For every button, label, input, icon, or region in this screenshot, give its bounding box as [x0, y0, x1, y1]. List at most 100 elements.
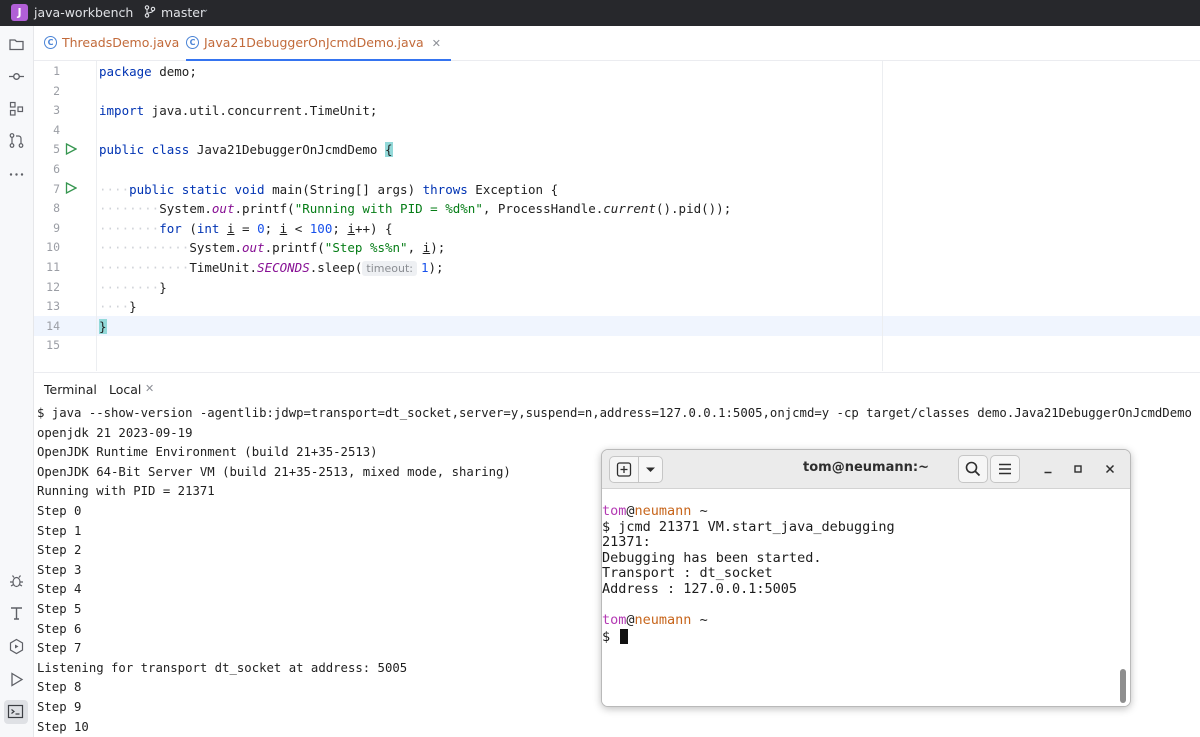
code-line-5: public class Java21DebuggerOnJcmdDemo {	[99, 140, 393, 160]
more-icon[interactable]	[8, 166, 25, 183]
code-text: ,	[407, 240, 423, 256]
line-number: 10	[46, 240, 60, 255]
build-icon[interactable]	[8, 605, 25, 622]
code-text: .printf(	[264, 240, 325, 256]
hamburger-menu-button[interactable]	[990, 455, 1020, 483]
static-field: SECONDS	[257, 260, 310, 275]
tab-java21-debugger-demo[interactable]: C Java21DebuggerOnJcmdDemo.java ✕	[186, 26, 451, 61]
code-text: <	[287, 220, 310, 236]
project-badge[interactable]: J	[11, 4, 28, 21]
minimize-button[interactable]	[1038, 459, 1058, 479]
terminal-line: Running with PID = 21371	[37, 484, 215, 499]
close-button[interactable]	[1100, 459, 1120, 479]
line-number: 8	[53, 201, 60, 216]
code-text: .printf(	[234, 201, 295, 217]
gutter: 1 2 3 4 5 6 7 8 9 10 11 12 13 14 15	[34, 61, 96, 371]
keyword: package	[99, 64, 152, 79]
line-number: 4	[53, 122, 60, 137]
chevron-down-icon[interactable]: ⌄	[119, 4, 127, 15]
left-toolbar	[0, 26, 34, 737]
code-editor[interactable]: 1 2 3 4 5 6 7 8 9 10 11 12 13 14 15 pack…	[34, 61, 1200, 371]
services-icon[interactable]	[8, 638, 25, 655]
tab-threads-demo[interactable]: C ThreadsDemo.java	[44, 26, 179, 60]
code-text: ++) {	[354, 220, 393, 236]
code-line-11: ············TimeUnit.SECONDS.sleep(timeo…	[99, 260, 444, 276]
matched-brace: {	[384, 142, 393, 158]
line-number: 9	[53, 220, 60, 235]
terminal-line: Step 5	[37, 602, 82, 616]
git-branch-icon	[144, 5, 156, 21]
code-text: , ProcessHandle.	[482, 201, 604, 217]
run-main-icon[interactable]	[65, 181, 78, 195]
line-number: 1	[53, 64, 60, 78]
parameter-hint: timeout:	[362, 261, 417, 276]
code-text: }	[159, 279, 167, 295]
right-margin-guide	[882, 61, 883, 371]
tab-label: Java21DebuggerOnJcmdDemo.java	[204, 35, 424, 50]
code-line-7: ····public static void main(String[] arg…	[99, 181, 559, 197]
terminal-line: openjdk 21 2023-09-19	[37, 425, 193, 440]
editor-tabs: C ThreadsDemo.java C Java21DebuggerOnJcmdD…	[34, 26, 1200, 61]
static-method: current	[603, 201, 656, 217]
structure-icon[interactable]	[8, 100, 25, 117]
terminal-line: Listening for transport dt_socket at add…	[37, 660, 408, 675]
current-line-highlight	[34, 316, 1200, 336]
line-number: 14	[46, 318, 60, 333]
terminal-icon[interactable]	[4, 700, 28, 724]
gnome-terminal-window[interactable]: tom@neumann:~ tom@neumann ~ $ jcmd 21371…	[601, 449, 1131, 707]
line-number: 3	[53, 103, 60, 118]
variable: i	[226, 220, 235, 236]
commit-icon[interactable]	[8, 68, 25, 85]
class-name: Java21DebuggerOnJcmdDemo	[189, 142, 385, 158]
prompt-host: neumann	[634, 612, 692, 628]
terminal-tab-local[interactable]: Local	[109, 382, 141, 397]
code-line-9: ········for (int i = 0; i < 100; i++) {	[99, 220, 393, 236]
matched-brace: }	[99, 318, 107, 334]
command-line: $ jcmd 21371 VM.start_java_debugging	[602, 518, 895, 535]
output-line: Transport : dt_socket	[602, 565, 773, 581]
prompt-at: @	[626, 612, 635, 628]
code-line-13: ····}	[99, 299, 137, 315]
code-text: =	[234, 220, 258, 236]
string-literal: "Step %s%n"	[324, 240, 408, 256]
output-line: Debugging has been started.	[602, 549, 822, 566]
chevron-down-icon[interactable]: ⌄	[201, 4, 209, 15]
code-text: (	[181, 220, 197, 236]
keyword: for	[159, 220, 182, 236]
terminal-line: OpenJDK 64-Bit Server VM (build 21+35-25…	[37, 464, 511, 479]
run-class-icon[interactable]	[65, 142, 78, 156]
scrollbar-thumb[interactable]	[1120, 669, 1126, 703]
java-class-icon: C	[44, 36, 57, 49]
run-icon[interactable]	[8, 671, 25, 688]
window-header[interactable]: tom@neumann:~	[602, 450, 1130, 489]
input-line[interactable]: $	[602, 628, 629, 645]
debug-icon[interactable]	[8, 572, 25, 589]
variable: i	[347, 220, 355, 236]
gutter-divider	[96, 61, 97, 371]
search-button[interactable]	[958, 455, 988, 483]
branch-name[interactable]: master	[161, 5, 205, 20]
keyword: throws	[422, 181, 468, 197]
line-number: 6	[53, 162, 60, 176]
terminal-line: Step 8	[37, 680, 82, 695]
terminal-line: Step 9	[37, 700, 82, 714]
close-icon[interactable]: ✕	[145, 382, 154, 395]
terminal-screen[interactable]: tom@neumann ~ $ jcmd 21371 VM.start_java…	[602, 489, 1130, 706]
terminal-line: Step 1	[37, 523, 82, 538]
close-icon[interactable]: ✕	[432, 37, 441, 50]
prompt-symbol: $	[602, 628, 619, 645]
line-number: 11	[46, 260, 60, 274]
maximize-button[interactable]	[1068, 459, 1088, 479]
code-line-3: import java.util.concurrent.TimeUnit;	[99, 101, 377, 121]
output-line: 21371:	[602, 534, 651, 550]
terminal-line: Step 2	[37, 543, 82, 558]
terminal-line: Step 7	[37, 641, 82, 656]
terminal-line: Step 0	[37, 504, 82, 518]
pull-request-icon[interactable]	[8, 132, 25, 149]
folder-icon[interactable]	[8, 36, 25, 53]
string-literal: "Running with PID = %d%n"	[294, 201, 483, 217]
prompt-at: @	[626, 503, 635, 519]
code-line-12: ········}	[99, 279, 167, 295]
terminal-line: Step 4	[37, 582, 82, 597]
